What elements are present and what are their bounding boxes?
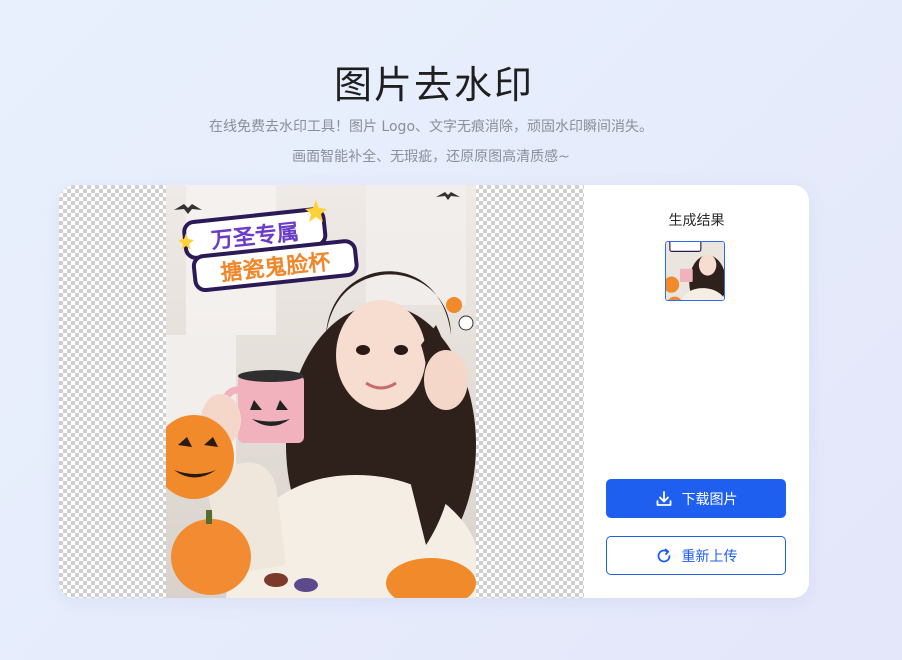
subtitle-line-2: 画面智能补全、无瑕疵，还原原图高清质感~ bbox=[292, 149, 570, 165]
thumbnail-illustration bbox=[666, 242, 724, 300]
download-icon bbox=[655, 490, 673, 508]
preview-canvas: 万圣专属 搪瓷鬼脸杯 bbox=[59, 185, 584, 598]
result-label: 生成结果 bbox=[668, 213, 725, 229]
reupload-button[interactable]: 重新上传 bbox=[606, 536, 786, 575]
reupload-button-label: 重新上传 bbox=[681, 548, 738, 565]
download-button-label: 下载图片 bbox=[681, 491, 738, 508]
result-panel: 生成结果 下载图片 重新上传 bbox=[584, 185, 809, 598]
refresh-icon bbox=[655, 547, 673, 565]
result-thumbnail[interactable] bbox=[665, 241, 725, 301]
photo-illustration: 万圣专属 搪瓷鬼脸杯 bbox=[166, 185, 476, 598]
page-title: 图片去水印 bbox=[333, 63, 534, 107]
download-button[interactable]: 下载图片 bbox=[606, 479, 786, 518]
editor-card: 万圣专属 搪瓷鬼脸杯 生成结果 下载图片 重新上传 bbox=[59, 185, 809, 598]
result-photo: 万圣专属 搪瓷鬼脸杯 bbox=[166, 185, 476, 598]
subtitle-line-1: 在线免费去水印工具！图片 Logo、文字无痕消除，顽固水印瞬间消失。 bbox=[208, 119, 654, 135]
